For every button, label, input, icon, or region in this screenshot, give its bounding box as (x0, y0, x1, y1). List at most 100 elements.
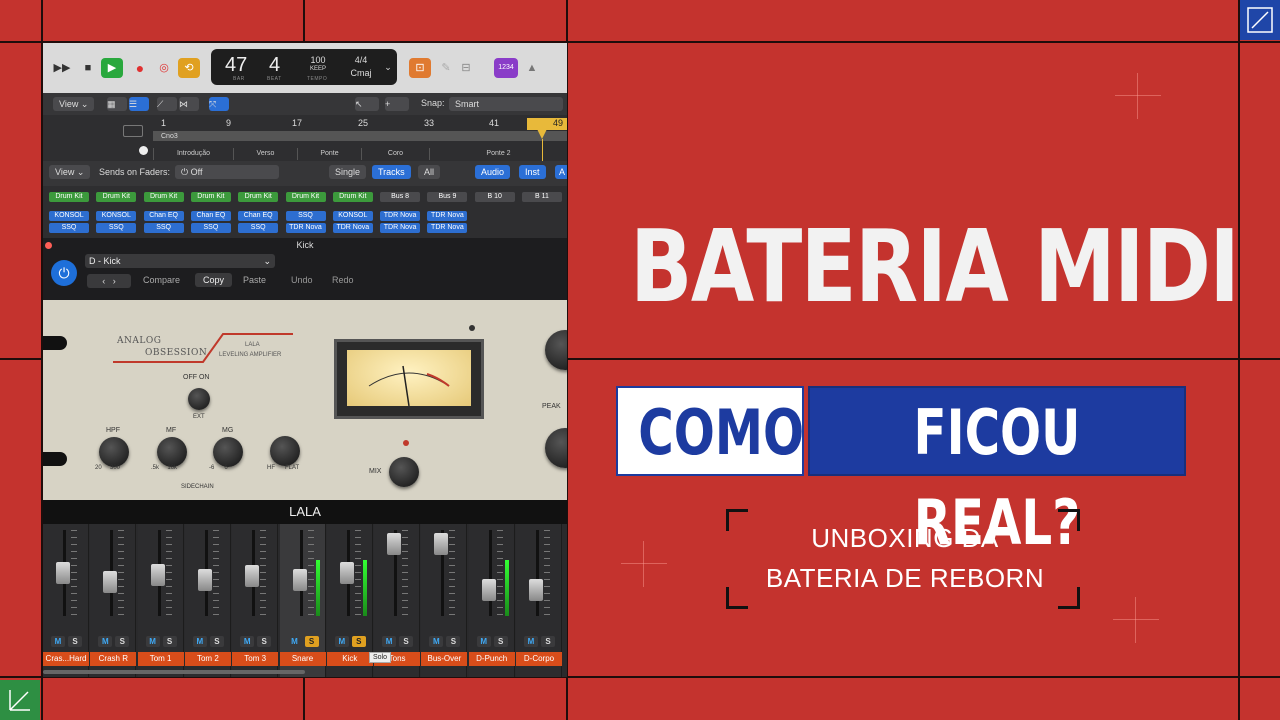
channel-name[interactable]: Cras...Hard (43, 652, 89, 666)
mute-button[interactable]: M (240, 636, 255, 647)
mute-button[interactable]: M (98, 636, 113, 647)
capture-record-button[interactable]: ◎ (153, 58, 175, 78)
plugin-slot[interactable]: TDR Nova (380, 211, 421, 221)
channel-name[interactable]: D-Corpo (516, 652, 562, 666)
volume-fader[interactable] (387, 532, 402, 555)
plugin-slot[interactable]: Drum Kit (238, 192, 279, 202)
audio-filter-button[interactable]: Audio (475, 165, 511, 179)
plugin-slot[interactable]: Drum Kit (190, 192, 231, 202)
channel-name[interactable]: Tom 3 (232, 652, 279, 666)
volume-fader[interactable] (339, 561, 354, 584)
plugin-slot[interactable]: SSQ (285, 211, 326, 221)
mixer-view-menu[interactable]: View ⌄ (49, 165, 91, 179)
play-button[interactable]: ▶ (101, 58, 123, 78)
plugin-slot[interactable]: Drum Kit (96, 192, 137, 202)
solo-button[interactable]: S (304, 636, 319, 647)
plugin-slot[interactable]: SSQ (49, 223, 89, 233)
plugin-slot[interactable]: Drum Kit (143, 192, 184, 202)
peak-reduction-knob[interactable] (545, 428, 567, 468)
grid-view-icon[interactable]: ▦ (107, 97, 127, 111)
volume-fader[interactable] (103, 570, 118, 593)
volume-fader[interactable] (245, 565, 260, 587)
mute-button[interactable]: M (476, 636, 491, 647)
solo-button[interactable]: S (351, 636, 366, 647)
plugin-slot[interactable]: TDR Nova (285, 223, 326, 233)
plugin-slot[interactable]: SSQ (143, 223, 184, 233)
volume-fader[interactable] (529, 579, 543, 601)
volume-fader[interactable] (292, 569, 307, 592)
mute-button[interactable]: M (192, 636, 207, 647)
ext-switch[interactable] (188, 388, 210, 410)
section-marker[interactable]: Introdução (153, 148, 233, 160)
plugin-slot[interactable]: SSQ (96, 223, 137, 233)
solo-button[interactable]: S (493, 636, 508, 647)
volume-fader[interactable] (434, 532, 449, 555)
transport-display[interactable]: 47 4 BAR BEAT 100 KEEP TEMPO 4/4 Cmaj ⌄ (211, 49, 397, 85)
solo-button[interactable]: S (209, 636, 224, 647)
horizontal-scrollbar[interactable] (43, 670, 305, 674)
plugin-slot[interactable]: Chan EQ (238, 211, 279, 221)
solo-button[interactable]: S (68, 636, 82, 647)
all-button[interactable]: All (418, 165, 441, 179)
tracks-button[interactable]: Tracks (372, 165, 411, 179)
plugin-slot[interactable]: Drum Kit (332, 192, 373, 202)
mute-button[interactable]: M (524, 636, 538, 647)
sends-select[interactable]: ⏻ Off (175, 165, 279, 179)
hpf-knob[interactable] (99, 437, 129, 467)
channel-name[interactable]: Tom 2 (184, 652, 231, 666)
solo-button[interactable]: S (541, 636, 555, 647)
aux-filter-button[interactable]: A (555, 165, 567, 179)
flex-icon[interactable]: ⋈ (179, 97, 199, 111)
plugin-slot[interactable]: TDR Nova (380, 223, 421, 233)
hf-flat-switch[interactable] (270, 436, 300, 466)
catch-icon[interactable]: ⤧ (209, 97, 229, 111)
rewind-button[interactable]: ▶▶ (51, 58, 73, 78)
mf-knob[interactable] (157, 437, 187, 467)
metronome-icon[interactable]: ▲ (521, 58, 543, 78)
mute-button[interactable]: M (382, 636, 397, 647)
inst-filter-button[interactable]: Inst (519, 165, 546, 179)
redo-button[interactable]: Redo (332, 275, 354, 285)
preset-select[interactable]: D - Kick ⌄ (85, 254, 275, 268)
cycle-button[interactable]: ⟲ (178, 58, 200, 78)
plugin-slot[interactable]: Bus 8 (380, 192, 421, 202)
preset-nav[interactable]: ‹ › (87, 274, 131, 288)
channel-name[interactable]: Bus-Over (421, 652, 468, 666)
solo-button[interactable]: S (162, 636, 177, 647)
section-marker[interactable]: Ponte 2 (429, 148, 567, 160)
track-options-icon[interactable] (123, 125, 143, 137)
plugin-slot[interactable]: B 10 (474, 192, 515, 202)
paste-button[interactable]: Paste (243, 275, 266, 285)
single-button[interactable]: Single (329, 165, 367, 179)
undo-button[interactable]: Undo (291, 275, 313, 285)
mute-button[interactable]: M (287, 636, 302, 647)
section-marker[interactable]: Coro (361, 148, 429, 160)
tuner-button[interactable]: ⊡ (409, 58, 431, 78)
solo-button[interactable]: S (446, 636, 461, 647)
mute-button[interactable]: M (429, 636, 444, 647)
solo-button[interactable]: S (399, 636, 414, 647)
plugin-slot[interactable]: SSQ (190, 223, 231, 233)
plugin-slot[interactable]: Chan EQ (143, 211, 184, 221)
volume-fader[interactable] (197, 568, 212, 591)
channel-name[interactable]: Tom 1 (137, 652, 184, 666)
stop-button[interactable]: ■ (77, 58, 99, 78)
section-marker[interactable]: Ponte (297, 148, 361, 160)
pencil-icon[interactable]: ✎ (435, 58, 457, 78)
solo-button[interactable]: S (115, 636, 130, 647)
copy-button[interactable]: Copy (195, 273, 233, 287)
volume-fader[interactable] (56, 561, 70, 584)
plugin-slot[interactable]: KONSOL (49, 211, 89, 221)
plugin-slot[interactable]: Drum Kit (49, 192, 89, 202)
plugin-slot[interactable]: Bus 9 (427, 192, 468, 202)
plugin-slot[interactable]: TDR Nova (332, 223, 373, 233)
count-in-button[interactable]: 1234 (494, 58, 518, 78)
channel-name[interactable]: Snare (279, 652, 326, 666)
power-icon[interactable]: ⏻ (51, 260, 77, 286)
plugin-slot[interactable]: Drum Kit (285, 192, 326, 202)
section-marker[interactable]: Verso (233, 148, 297, 160)
record-button[interactable]: ● (129, 58, 151, 78)
snap-select[interactable]: Smart (449, 97, 563, 111)
channel-name[interactable]: Kick (326, 652, 373, 666)
plugin-slot[interactable]: KONSOL (332, 211, 373, 221)
